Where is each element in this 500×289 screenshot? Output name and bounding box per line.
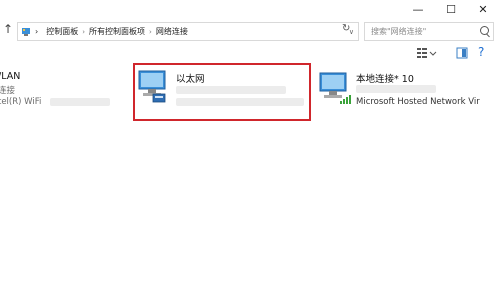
control-panel-icon [21,27,31,37]
preview-pane-icon[interactable] [456,47,468,59]
up-arrow-icon[interactable]: ↑ [3,22,13,36]
maximize-button[interactable]: ☐ [436,0,466,18]
toolbar: ? [0,44,500,64]
wireless-adapter-icon [319,72,351,104]
view-options-icon[interactable] [416,47,438,59]
address-bar[interactable]: › 控制面板 › 所有控制面板项 › 网络连接 ∨ [17,22,359,41]
search-placeholder: 搜索"网络连接" [371,27,427,36]
close-button[interactable]: ✕ [468,0,498,18]
breadcrumb-separator: › [82,27,86,36]
breadcrumb-separator: › [35,27,39,36]
refresh-icon[interactable]: ↻ [342,23,350,34]
redacted-text [50,98,110,106]
connection-name: 本地连接* 10 [356,74,414,85]
connection-adapter: Microsoft Hosted Network Vir [356,97,480,107]
connection-name: /LAN [0,71,21,82]
connection-adapter: tel(R) WiFi [0,97,42,107]
address-row: ↑ › 控制面板 › 所有控制面板项 › 网络连接 ∨ ↻ 搜索"网络连接" [0,18,500,44]
title-bar: — ☐ ✕ [0,0,500,18]
help-icon[interactable]: ? [478,45,484,59]
breadcrumb-separator: › [149,27,152,36]
connection-item-local-10[interactable]: 本地连接* 10 Microsoft Hosted Network Vir [316,64,500,118]
breadcrumb-all-items[interactable]: 所有控制面板项 [89,26,145,37]
search-icon [480,26,489,35]
selection-highlight [133,63,311,121]
search-box[interactable]: 搜索"网络连接" [364,22,494,41]
breadcrumb-control-panel[interactable]: 控制面板 [46,26,78,37]
connection-item-wlan[interactable]: /LAN 连接 tel(R) WiFi [0,64,128,118]
breadcrumb-network-connections[interactable]: 网络连接 [156,26,188,37]
minimize-button[interactable]: — [403,0,433,18]
redacted-text [356,85,436,93]
connection-status: 连接 [0,86,16,96]
